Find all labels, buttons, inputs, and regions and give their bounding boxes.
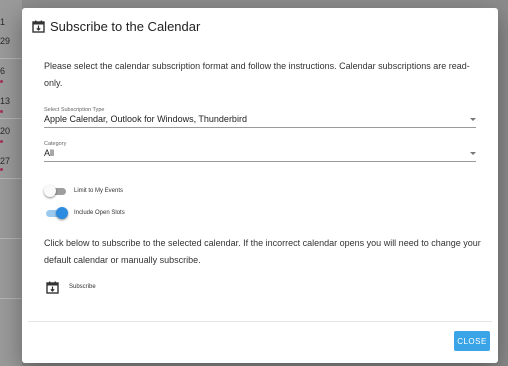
background-row-divider [0,58,22,59]
dialog-title: Subscribe to the Calendar [50,18,201,34]
subscription-type-label: Select Subscription Type [44,107,105,113]
toggle-label: Include Open Slots [74,210,125,216]
dialog-header: Subscribe to the Calendar [32,16,200,36]
subscription-type-select[interactable]: Select Subscription Type Apple Calendar,… [44,107,476,128]
background-row-divider [0,178,22,179]
dropdown-caret-icon [470,118,476,121]
background-event-dot [0,110,3,113]
intro-text: Please select the calendar subscription … [44,61,470,88]
subscription-type-value[interactable]: Apple Calendar, Outlook for Windows, Thu… [44,114,476,128]
subscription-type-text: Apple Calendar, Outlook for Windows, Thu… [44,114,247,124]
category-select[interactable]: Category All [44,141,476,162]
subscribe-instructions: Click below to subscribe to the selected… [44,238,481,265]
background-event-dot [0,140,3,143]
background-calendar-column: 1 29 6 13 20 27 [0,0,22,366]
background-row-divider [0,118,22,119]
toggle-switch[interactable] [44,185,68,197]
category-text: All [44,148,55,158]
background-date-number: 6 [0,66,6,76]
background-date-number: 20 [0,126,11,136]
background-date-number: 27 [0,156,11,166]
close-button[interactable]: CLOSE [454,331,490,351]
include-open-slots-toggle[interactable]: Include Open Slots [44,207,125,219]
subscribe-dialog: Subscribe to the Calendar Please select … [22,8,498,363]
subscribe-button[interactable]: Subscribe [46,280,96,294]
subscribe-label: Subscribe [69,284,96,290]
background-event-dot [0,168,3,171]
dropdown-caret-icon [470,152,476,155]
calendar-download-icon [46,281,59,294]
calendar-download-icon [32,20,45,33]
background-date-number: 13 [0,96,11,106]
background-event-dot [0,80,3,83]
background-row-divider [0,298,22,299]
limit-to-my-events-toggle[interactable]: Limit to My Events [44,185,123,197]
toggle-knob [44,185,56,197]
category-label: Category [44,141,67,147]
background-date-number: 1 [0,17,6,27]
category-value[interactable]: All [44,148,476,162]
toggle-knob [56,207,68,219]
dialog-divider [28,321,492,322]
background-row-divider [0,238,22,239]
toggle-label: Limit to My Events [74,188,124,194]
toggle-switch[interactable] [44,207,68,219]
background-date-number: 29 [0,36,11,46]
